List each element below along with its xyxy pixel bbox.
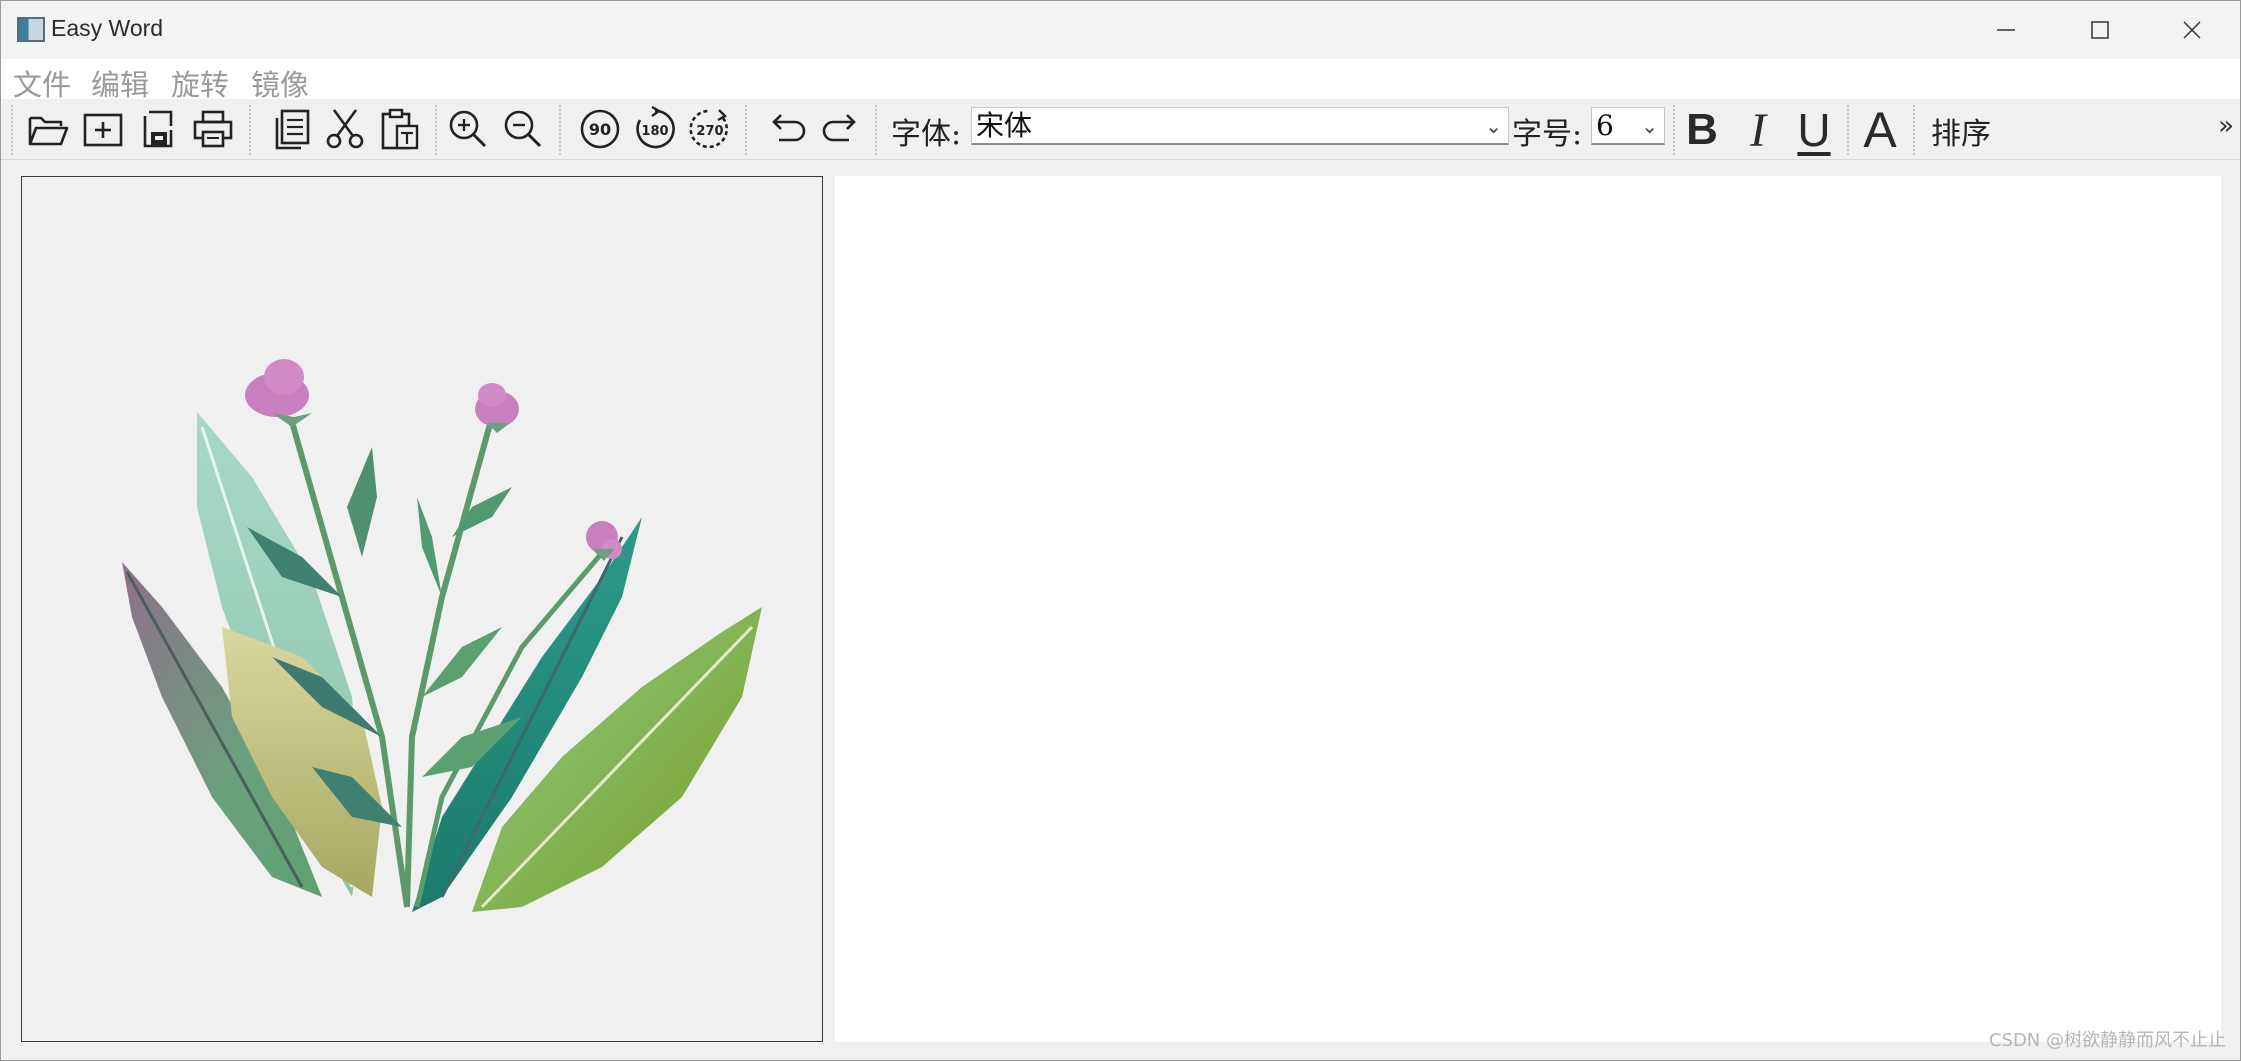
close-icon bbox=[2183, 21, 2201, 39]
chevron-down-icon: ⌄ bbox=[1641, 114, 1658, 138]
new-button[interactable] bbox=[76, 103, 130, 155]
maximize-icon bbox=[2091, 21, 2109, 39]
italic-button[interactable]: I bbox=[1731, 103, 1785, 157]
rotate-90-icon: 90 bbox=[580, 109, 620, 149]
menu-edit[interactable]: 编辑 bbox=[91, 62, 149, 104]
paste-button[interactable] bbox=[373, 103, 427, 155]
toolbar-separator bbox=[11, 105, 13, 155]
menu-bar: 文件 编辑 旋转 镜像 bbox=[1, 59, 2240, 102]
plant-illustration bbox=[122, 359, 762, 912]
cut-icon bbox=[326, 109, 364, 149]
maximize-button[interactable] bbox=[2055, 1, 2145, 59]
redo-icon bbox=[822, 114, 856, 142]
minimize-icon bbox=[1997, 29, 2015, 31]
paste-icon bbox=[381, 108, 419, 150]
flower bbox=[475, 383, 519, 433]
zoom-out-button[interactable] bbox=[496, 103, 550, 155]
new-file-icon bbox=[83, 113, 123, 147]
rotate-270-label: 270 bbox=[696, 124, 723, 139]
save-button[interactable] bbox=[131, 103, 185, 155]
minimize-button[interactable] bbox=[1961, 1, 2051, 59]
font-size-value: 6 bbox=[1596, 109, 1614, 142]
toolbar: 90 180 270 字体: 宋体 ⌄ 字号: 6 ⌄ B I U A 排序 » bbox=[1, 99, 2240, 160]
rotate-90-button[interactable]: 90 bbox=[573, 103, 627, 155]
font-size-label: 字号: bbox=[1512, 117, 1583, 152]
font-combobox[interactable]: 宋体 ⌄ bbox=[971, 107, 1509, 145]
image-panel[interactable] bbox=[21, 176, 823, 1042]
flower bbox=[586, 521, 622, 561]
zoom-in-icon bbox=[449, 110, 487, 148]
rotate-180-button[interactable]: 180 bbox=[628, 103, 682, 155]
toolbar-separator bbox=[875, 105, 877, 155]
bold-button[interactable]: B bbox=[1675, 103, 1729, 157]
toolbar-overflow-button[interactable]: » bbox=[2218, 111, 2234, 141]
toolbar-separator bbox=[559, 105, 561, 155]
chevron-down-icon: ⌄ bbox=[1485, 114, 1502, 138]
print-icon bbox=[193, 110, 233, 148]
font-color-button[interactable]: A bbox=[1853, 102, 1907, 158]
rotate-90-label: 90 bbox=[589, 120, 611, 139]
toolbar-separator bbox=[1847, 105, 1849, 155]
cut-button[interactable] bbox=[318, 103, 372, 155]
copy-button[interactable] bbox=[263, 103, 317, 155]
menu-rotate[interactable]: 旋转 bbox=[171, 62, 229, 104]
font-value: 宋体 bbox=[976, 109, 1033, 142]
menu-file[interactable]: 文件 bbox=[13, 62, 71, 104]
open-folder-icon bbox=[28, 116, 69, 146]
redo-button[interactable] bbox=[813, 103, 867, 155]
menu-mirror[interactable]: 镜像 bbox=[251, 62, 309, 104]
toolbar-separator bbox=[435, 105, 437, 155]
sort-button[interactable]: 排序 bbox=[1931, 109, 1991, 153]
italic-icon: I bbox=[1750, 103, 1766, 157]
undo-button[interactable] bbox=[761, 103, 815, 155]
open-button[interactable] bbox=[21, 103, 75, 155]
app-window: Easy Word 文件 编辑 旋转 镜像 90 180 270 字体: 宋体 … bbox=[0, 0, 2241, 1061]
underline-button[interactable]: U bbox=[1787, 103, 1841, 157]
watermark: CSDN @树欲静静而风不止止 bbox=[1988, 1030, 2226, 1051]
rotate-270-button[interactable]: 270 bbox=[683, 103, 737, 155]
toolbar-separator bbox=[1913, 105, 1915, 155]
underline-icon: U bbox=[1797, 104, 1831, 156]
title-bar: Easy Word bbox=[1, 1, 2240, 59]
text-editor[interactable] bbox=[835, 176, 2221, 1042]
window-title: Easy Word bbox=[51, 15, 164, 41]
flower bbox=[245, 359, 312, 427]
bold-icon: B bbox=[1686, 105, 1718, 154]
font-label: 字体: bbox=[891, 117, 962, 152]
close-button[interactable] bbox=[2147, 1, 2237, 59]
font-size-combobox[interactable]: 6 ⌄ bbox=[1591, 107, 1665, 145]
save-icon bbox=[143, 110, 173, 148]
app-icon bbox=[17, 17, 45, 42]
print-button[interactable] bbox=[186, 103, 240, 155]
zoom-out-icon bbox=[504, 110, 542, 148]
undo-icon bbox=[772, 114, 806, 142]
rotate-180-label: 180 bbox=[641, 124, 668, 139]
font-color-icon: A bbox=[1863, 102, 1897, 158]
zoom-in-button[interactable] bbox=[441, 103, 495, 155]
rotate-270-icon: 270 bbox=[689, 109, 728, 149]
toolbar-separator bbox=[249, 105, 251, 155]
copy-icon bbox=[275, 109, 310, 150]
rotate-180-icon: 180 bbox=[636, 106, 675, 149]
toolbar-separator bbox=[745, 105, 747, 155]
